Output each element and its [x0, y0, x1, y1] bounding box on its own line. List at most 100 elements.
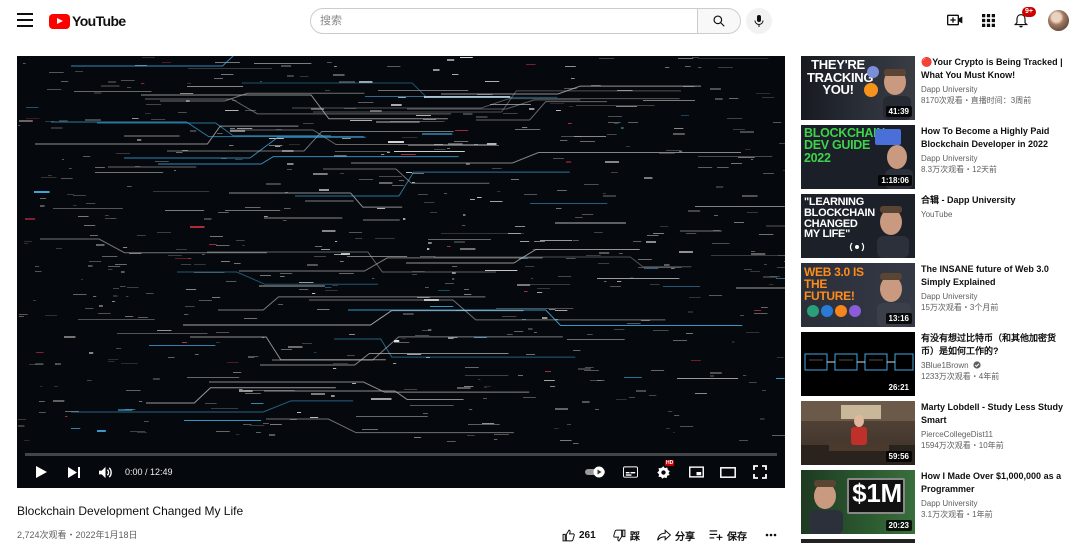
hd-badge: HD	[665, 460, 675, 466]
video-duration: 1:18:06	[878, 175, 912, 186]
hamburger-menu-icon[interactable]	[17, 13, 33, 27]
video-thumbnail[interactable]: BLOCKCHAIN DEV GUIDE 2022 1:18:06	[801, 125, 915, 189]
video-info: Marty Lobdell - Study Less Study Smart P…	[921, 401, 1067, 452]
video-title[interactable]: How To Become a Highly Paid Blockchain D…	[921, 125, 1067, 151]
share-label: 分享	[675, 531, 695, 543]
recommended-video[interactable]: 59:56 Marty Lobdell - Study Less Study S…	[801, 401, 1069, 465]
voice-search-button[interactable]	[746, 8, 772, 34]
user-avatar[interactable]	[1048, 10, 1069, 31]
time-display: 0:00 / 12:49	[125, 467, 173, 477]
video-info: How I Made Over $1,000,000 as a Programm…	[921, 470, 1067, 521]
recommended-playlist[interactable]: "LEARNING BLOCKCHAIN CHANGED MY LIFE" 合辑…	[801, 194, 1069, 258]
play-icon	[36, 466, 47, 478]
channel-name[interactable]: Dapp University	[921, 291, 1067, 302]
like-count: 261	[579, 529, 596, 541]
playlist-title[interactable]: 合辑 - Dapp University	[921, 194, 1067, 207]
search-input[interactable]	[310, 8, 698, 34]
video-duration: 26:21	[885, 382, 912, 393]
save-playlist-icon	[709, 530, 723, 541]
dislike-label: 踩	[630, 531, 640, 543]
channel-name[interactable]: PierceCollegeDist11	[921, 429, 1067, 440]
video-stats: 8170次观看・直播时间：3周前	[921, 96, 1032, 105]
create-video-button[interactable]	[946, 11, 964, 29]
video-title[interactable]: 🔴Your Crypto is Being Tracked | What You…	[921, 56, 1067, 82]
video-duration: 41:39	[885, 106, 912, 117]
thumbs-up-icon	[562, 529, 575, 541]
recommended-video[interactable]: THEY'RE TRACKING YOU! 41:39 🔴Your Crypto…	[801, 56, 1069, 120]
autoplay-toggle-icon	[585, 466, 605, 478]
video-info: How To Become a Highly Paid Blockchain D…	[921, 125, 1067, 176]
video-title[interactable]: 有没有想过比特币（和其他加密货币）是如何工作的?	[921, 332, 1067, 358]
fullscreen-icon	[753, 465, 767, 479]
miniplayer-icon	[688, 466, 704, 478]
theater-mode-icon	[720, 466, 736, 478]
video-stats: 8.3万次观看・12天前	[921, 165, 998, 174]
skip-next-icon	[68, 466, 80, 478]
video-stats: 1233万次观看・4年前	[921, 372, 1000, 381]
recommended-video[interactable]: BLOCKCHAIN DEV GUIDE 2022 1:18:06 How To…	[801, 125, 1069, 189]
recommended-video[interactable]: 26:21 有没有想过比特币（和其他加密货币）是如何工作的? 3Blue1Bro…	[801, 332, 1069, 396]
search-icon	[713, 15, 725, 27]
video-stats: 1594万次观看・10年前	[921, 441, 1004, 450]
subtitles-icon	[622, 466, 638, 478]
youtube-logo[interactable]: YouTube	[49, 13, 126, 29]
youtube-play-logo-icon	[49, 13, 70, 29]
recommended-video[interactable]: WEB 3.0 IS THE FUTURE! 13:16 The INSANE …	[801, 263, 1069, 327]
channel-name[interactable]: Dapp University	[921, 498, 1067, 509]
apps-button[interactable]	[979, 11, 997, 29]
video-thumbnail[interactable]: 59:56	[801, 401, 915, 465]
play-button[interactable]	[31, 463, 51, 481]
video-info: 🔴Your Crypto is Being Tracked | What You…	[921, 56, 1067, 107]
thumbnail-text: $1M	[852, 478, 902, 508]
channel-name[interactable]: Dapp University	[921, 84, 1067, 95]
theater-mode-button[interactable]	[719, 463, 737, 481]
volume-button[interactable]	[96, 463, 114, 481]
recommended-video[interactable]: $1M 20:23 How I Made Over $1,000,000 as …	[801, 470, 1069, 534]
next-video-button[interactable]	[65, 463, 83, 481]
video-title: Blockchain Development Changed My Life	[17, 504, 244, 518]
video-title[interactable]: The INSANE future of Web 3.0 Simply Expl…	[921, 263, 1067, 289]
video-title[interactable]: How I Made Over $1,000,000 as a Programm…	[921, 470, 1067, 496]
more-actions-button[interactable]	[765, 527, 781, 543]
next-recommendation-thumbnail[interactable]	[801, 539, 915, 543]
more-horizontal-icon	[765, 533, 777, 537]
save-button[interactable]: 保存	[709, 527, 747, 543]
microphone-icon	[754, 15, 764, 27]
video-frame-artwork	[18, 56, 785, 444]
like-button[interactable]: 261	[562, 527, 596, 543]
settings-button[interactable]: HD	[654, 460, 675, 481]
top-header: YouTube 9+	[0, 0, 1080, 41]
search-button[interactable]	[698, 8, 741, 34]
gear-icon	[656, 465, 670, 479]
verified-check-icon	[973, 361, 981, 369]
video-thumbnail[interactable]: $1M 20:23	[801, 470, 915, 534]
autoplay-toggle[interactable]	[583, 463, 609, 481]
video-thumbnail[interactable]: WEB 3.0 IS THE FUTURE! 13:16	[801, 263, 915, 327]
channel-name[interactable]: Dapp University	[921, 153, 1067, 164]
notification-count-badge: 9+	[1022, 7, 1036, 17]
video-info: 合辑 - Dapp University YouTube	[921, 194, 1067, 220]
crypto-logos-art	[807, 305, 861, 317]
video-thumbnail[interactable]: THEY'RE TRACKING YOU! 41:39	[801, 56, 915, 120]
video-info: The INSANE future of Web 3.0 Simply Expl…	[921, 263, 1067, 314]
dislike-button[interactable]: 踩	[613, 527, 640, 543]
video-info: 有没有想过比特币（和其他加密货币）是如何工作的? 3Blue1Brown 123…	[921, 332, 1067, 383]
notifications-button[interactable]: 9+	[1012, 7, 1036, 29]
channel-name[interactable]: 3Blue1Brown	[921, 360, 1067, 371]
fullscreen-button[interactable]	[751, 463, 769, 481]
video-stats: 3.1万次观看・1年前	[921, 510, 993, 519]
video-duration: 20:23	[885, 520, 912, 531]
thumbnail-text: THEY'RE TRACKING YOU!	[807, 57, 874, 98]
video-thumbnail[interactable]: 26:21	[801, 332, 915, 396]
miniplayer-button[interactable]	[687, 463, 705, 481]
channel-name[interactable]: YouTube	[921, 209, 1067, 220]
video-progress-bar[interactable]	[25, 453, 777, 456]
subtitles-button[interactable]	[621, 463, 639, 481]
video-player[interactable]: 0:00 / 12:49 HD	[17, 56, 785, 488]
video-title[interactable]: Marty Lobdell - Study Less Study Smart	[921, 401, 1067, 427]
video-meta: 2,724次观看・2022年1月18日	[17, 530, 138, 540]
search-bar	[310, 8, 741, 34]
video-thumbnail[interactable]: "LEARNING BLOCKCHAIN CHANGED MY LIFE"	[801, 194, 915, 258]
share-button[interactable]: 分享	[657, 527, 695, 543]
volume-icon	[98, 466, 112, 478]
